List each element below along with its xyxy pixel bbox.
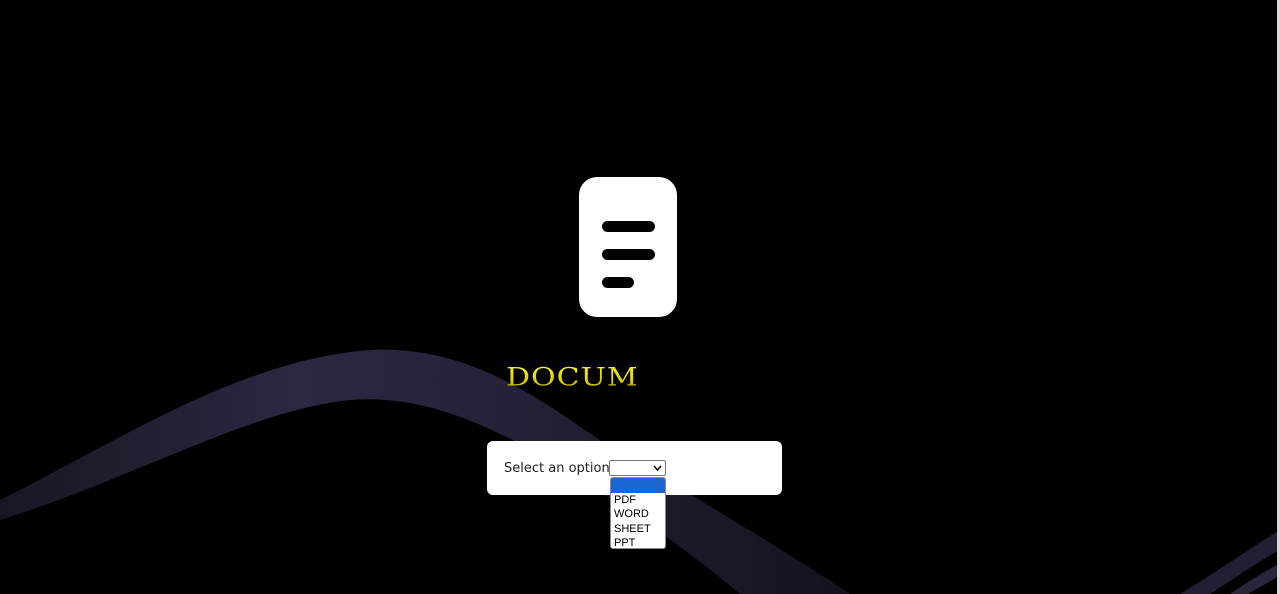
document-line: [602, 221, 655, 232]
chevron-down-icon: [653, 465, 662, 472]
document-line: [602, 249, 655, 260]
document-icon: [579, 177, 677, 317]
brand-title-text: DOCUM: [506, 361, 636, 395]
select-option-blank[interactable]: [611, 478, 665, 493]
select-option-word[interactable]: WORD: [611, 507, 665, 522]
select-option-ppt[interactable]: PPT: [611, 536, 665, 548]
select-options-list: PDF WORD SHEET PPT: [610, 477, 666, 549]
select-option-pdf[interactable]: PDF: [611, 493, 665, 508]
brand-title: DOCUM: [506, 358, 636, 398]
select-option-sheet[interactable]: SHEET: [611, 522, 665, 537]
select-label: Select an option: [504, 461, 610, 476]
document-line: [602, 277, 634, 288]
option-select[interactable]: [609, 460, 666, 476]
page-background: DOCUM Select an option PDF WORD SHEET PP…: [0, 0, 1280, 594]
